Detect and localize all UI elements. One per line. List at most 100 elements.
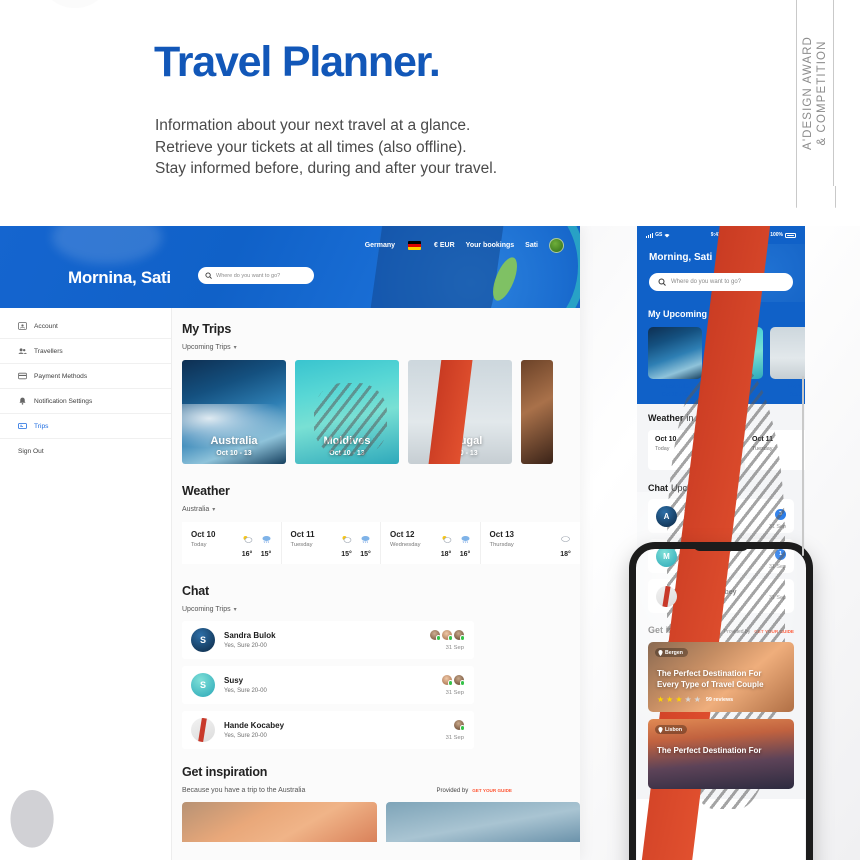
mobile-inspiration-card[interactable]: Bergen The Perfect Destination For Every…	[648, 642, 794, 712]
mobile-scrollbar[interactable]	[802, 376, 804, 556]
sidebar-item-label: Notification Settings	[34, 397, 93, 405]
sidebar-item-label: Payment Methods	[34, 372, 88, 380]
sidebar-item-sign-out[interactable]: Sign Out	[0, 439, 171, 464]
trip-card-partial[interactable]	[521, 360, 553, 464]
star-icon: ★	[693, 695, 701, 704]
mobile-trip-dates: Oct 10	[789, 392, 805, 398]
inspiration-title: Get inspiration	[182, 765, 268, 779]
weather-card[interactable]: Oct 12 Wednesday 18° 16°	[381, 522, 481, 564]
trip-name: Australia	[210, 435, 258, 447]
description-line-2: Retrieve your tickets at all times (also…	[155, 138, 467, 156]
trip-card-list: Australia Oct 10 - 13 Moldives Oct 10 - …	[182, 360, 580, 464]
weather-dayname: Today	[191, 542, 207, 548]
mobile-chat-avatar: M	[656, 545, 677, 567]
weather-filter[interactable]: Australia ▾	[182, 506, 580, 513]
weather-card[interactable]: Oct 10 Today 16° 15°	[182, 522, 282, 564]
card-icon	[18, 372, 27, 380]
sidebar-item-notification-settings[interactable]: Notification Settings	[0, 389, 171, 414]
trip-card[interactable]: Moldives Oct 10 - 13	[295, 360, 399, 464]
weather-card[interactable]: Oct 13 Thursday 18°	[480, 522, 580, 564]
my-trips-filter-label: Upcoming Trips	[182, 344, 231, 351]
trip-name: Portugal	[437, 435, 483, 447]
mobile-weather-title: Weather	[648, 413, 684, 423]
chevron-down-icon: ▾	[212, 507, 216, 513]
avatar[interactable]	[549, 238, 564, 253]
chat-filter[interactable]: Upcoming Trips ▾	[182, 606, 580, 613]
bell-icon	[19, 397, 26, 405]
my-trips-filter[interactable]: Upcoming Trips ▾	[182, 344, 580, 351]
user-name-label[interactable]: Sati	[525, 242, 538, 249]
award-ribbon: A'DESIGN AWARD & COMPETITION	[796, 0, 834, 188]
chat-name: Hande Kocabey	[224, 721, 285, 730]
rating: ★ ★ ★ ★ ★ 99 reviews	[657, 696, 733, 704]
sidebar-item-travellers[interactable]: Travellers	[0, 339, 171, 364]
weather-date: Oct 12	[390, 530, 415, 539]
trip-name: Moldives	[323, 435, 371, 447]
search-placeholder: Where do you want to go?	[216, 272, 281, 279]
your-bookings-link[interactable]: Your bookings	[466, 242, 514, 249]
sidebar-item-account[interactable]: Account	[0, 314, 171, 339]
chat-list-item[interactable]: Hande Kocabey Yes, Sure 20-00 31 Sep	[182, 711, 474, 749]
mobile-search-placeholder: Where do you want to go?	[671, 279, 742, 285]
chat-list-item[interactable]: S Sandra Bulok Yes, Sure 20-00 31 Sep	[182, 621, 474, 659]
weather-date: Oct 11	[290, 530, 315, 539]
provider-line-2: YOUR	[482, 787, 497, 793]
desktop-mockup: Germany € EUR Your bookings Sati Mornina…	[0, 226, 580, 860]
trip-dates: Oct 10 - 13	[442, 450, 478, 457]
chat-list: S Sandra Bulok Yes, Sure 20-00 31 Sep S …	[182, 621, 580, 749]
battery-icon	[784, 232, 796, 238]
signal-icon	[646, 232, 654, 238]
participant-avatar	[454, 629, 465, 641]
trip-card[interactable]: Australia Oct 10 - 13	[182, 360, 286, 464]
trip-card[interactable]: Portugal Oct 10 - 13	[408, 360, 512, 464]
search-icon	[205, 272, 212, 279]
award-ribbon-line-1: A'DESIGN AWARD	[802, 35, 814, 150]
inspiration-card[interactable]	[385, 802, 580, 842]
country-selector[interactable]: Germany	[365, 242, 395, 249]
participant-avatar	[430, 629, 441, 641]
getyourguide-logo: GET YOUR GUIDE	[472, 787, 512, 794]
sun-cloud-icon	[561, 536, 570, 542]
currency-selector[interactable]: € EUR	[434, 242, 455, 249]
chat-list-item[interactable]: S Susy Yes, Sure 20-00 31 Sep	[182, 666, 474, 704]
mobile-trip-list: Australia Oct 10 - 13 Moldiv Oct 10 - 13…	[648, 327, 805, 404]
provider-line-1: GET	[472, 787, 482, 793]
weather-dayname: Tuesday	[290, 542, 313, 548]
desktop-sidebar: Account Travellers Payment Methods Notif…	[0, 308, 172, 860]
location-pin: Bergen	[655, 648, 688, 657]
weather-dayname: Thursday	[489, 542, 514, 548]
mobile-chat-avatar	[656, 585, 677, 607]
sidebar-item-trips[interactable]: Trips	[0, 414, 171, 439]
weather-card[interactable]: Oct 11 Tuesday 15° 15°	[281, 522, 382, 564]
mobile-trip-name: Portu	[788, 383, 805, 390]
sun-cloud-icon	[342, 536, 352, 543]
provider-credit: Provided by GET YOUR GUIDE	[437, 788, 512, 794]
chat-date: 31 Sep	[445, 644, 464, 651]
page-description: Information about your next travel at a …	[155, 115, 497, 180]
desktop-header: Germany € EUR Your bookings Sati Mornina…	[0, 226, 580, 308]
battery-percent: 100%	[770, 232, 783, 238]
search-input[interactable]: Where do you want to go?	[198, 267, 314, 284]
inspiration-card[interactable]	[182, 802, 377, 842]
header-cloud-graphic	[52, 226, 162, 264]
mobile-search-input[interactable]: Where do you want to go?	[649, 273, 793, 291]
mobile-trip-image	[648, 327, 702, 379]
pin-icon	[658, 649, 663, 656]
mockup-stage: Germany € EUR Your bookings Sati Mornina…	[0, 226, 860, 860]
search-icon	[658, 278, 666, 286]
mobile-trip-card[interactable]: Portu Oct 10	[770, 327, 805, 398]
participant-avatar	[442, 629, 453, 641]
mobile-inspiration-card-title: The Perfect Destination For	[657, 746, 762, 755]
status-right: 100%	[770, 232, 796, 238]
rain-cloud-icon	[361, 536, 370, 543]
sidebar-item-label: Account	[34, 322, 58, 330]
rain-cloud-icon	[461, 536, 470, 543]
sidebar-item-payment-methods[interactable]: Payment Methods	[0, 364, 171, 389]
weather-title: Weather	[182, 484, 230, 498]
chat-participants	[430, 629, 465, 641]
mobile-inspiration-card[interactable]: Lisbon The Perfect Destination For	[648, 719, 794, 789]
weather-high: 18°	[560, 551, 571, 558]
chat-name: Sandra Bulok	[224, 631, 276, 640]
sidebar-item-label: Sign Out	[18, 448, 44, 455]
review-count: 99 reviews	[705, 697, 734, 703]
